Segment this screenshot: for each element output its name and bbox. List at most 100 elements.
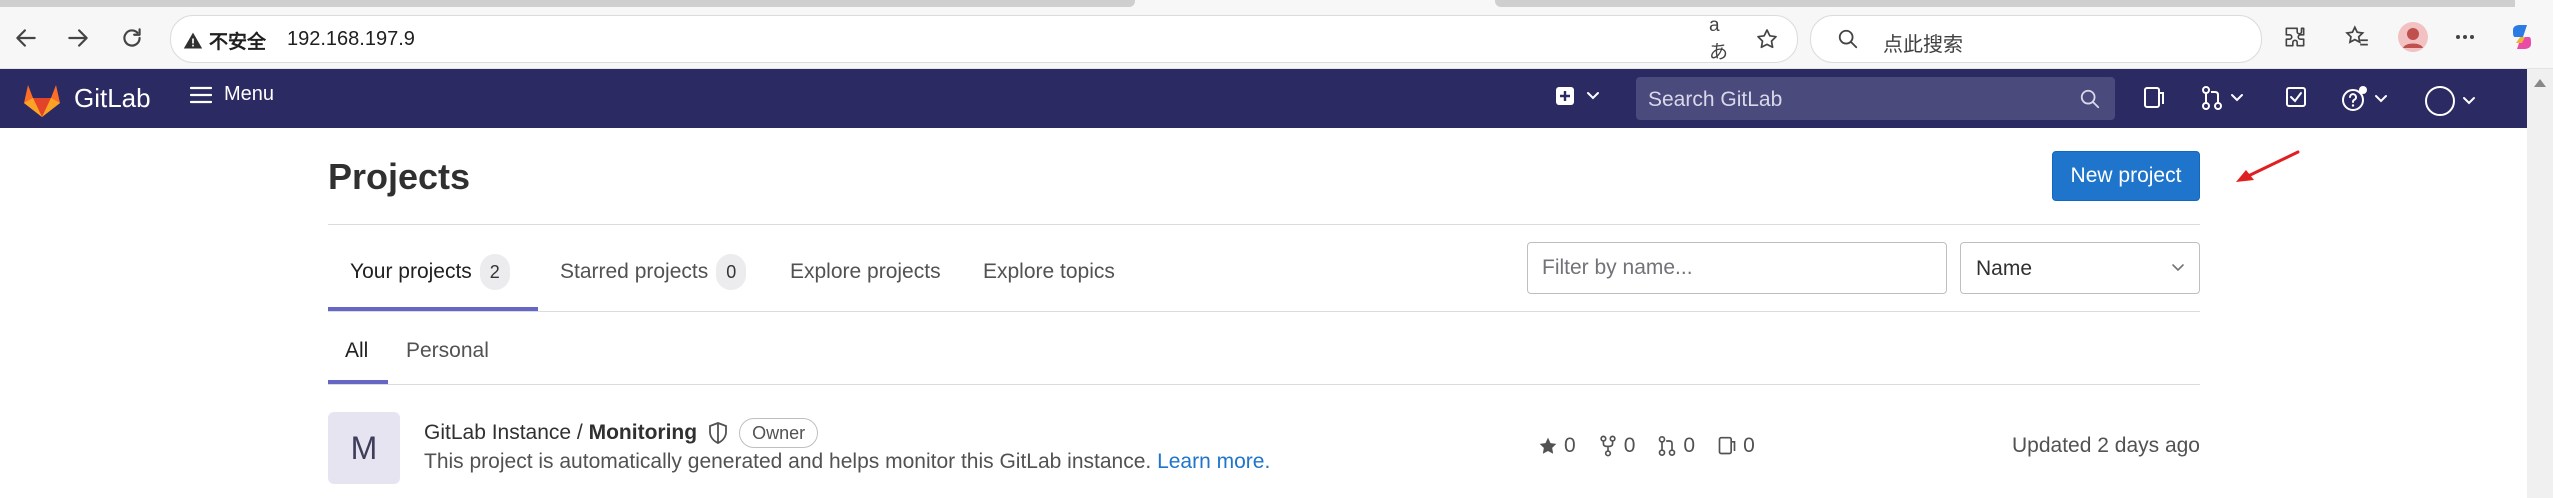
fork-icon	[1599, 435, 1616, 457]
page-title: Projects	[328, 156, 471, 197]
gitlab-logo[interactable]	[22, 82, 62, 123]
favorite-button[interactable]	[1753, 25, 1781, 53]
merge-requests-count[interactable]: 0	[1657, 434, 1695, 458]
new-item-dropdown[interactable]	[1554, 85, 1600, 107]
subtabs-divider	[328, 384, 2200, 385]
tab-count-badge: 0	[716, 254, 747, 290]
issue-icon	[1718, 436, 1736, 455]
star-icon	[1539, 437, 1557, 454]
browser-search-bar[interactable]: 点此搜索	[1810, 15, 2262, 63]
search-icon	[1838, 29, 1858, 49]
scroll-up-arrow[interactable]	[2534, 79, 2546, 87]
tab-explore-projects[interactable]: Explore projects	[790, 240, 941, 304]
forward-icon	[68, 29, 88, 47]
project-list-item: M GitLab Instance / Monitoring Owner Thi…	[328, 404, 2200, 494]
favorites-icon	[2345, 25, 2368, 46]
issues-count[interactable]: 0	[1717, 434, 1755, 458]
merge-requests-value: 0	[1683, 434, 1696, 457]
tab-your-projects[interactable]: Your projects 2	[350, 240, 510, 304]
tabs-divider	[328, 311, 2200, 312]
browser-search-placeholder: 点此搜索	[1883, 34, 1963, 56]
extensions-icon	[2285, 27, 2305, 47]
gitlab-search-placeholder: Search GitLab	[1648, 88, 1783, 111]
tab-count-badge: 2	[479, 254, 510, 290]
chevron-down-icon	[2172, 264, 2184, 272]
chevron-down-icon	[1587, 92, 1599, 100]
project-link[interactable]: GitLab Instance / Monitoring	[424, 421, 697, 445]
avatar-icon	[2425, 86, 2455, 116]
gitlab-search-input[interactable]: Search GitLab	[1636, 77, 2115, 120]
todos-button[interactable]	[2284, 85, 2308, 109]
tab-strip-left	[0, 0, 1135, 7]
merge-requests-dropdown[interactable]	[2200, 85, 2244, 111]
tab-label: Explore topics	[983, 260, 1115, 283]
project-avatar[interactable]: M	[328, 412, 400, 484]
subtab-personal[interactable]: Personal	[406, 320, 489, 382]
address-bar[interactable]: 不安全 192.168.197.9 aあ	[170, 15, 1798, 63]
role-badge: Owner	[739, 418, 819, 448]
subtab-all[interactable]: All	[345, 320, 368, 382]
forks-count[interactable]: 0	[1598, 434, 1636, 458]
profile-button[interactable]	[2396, 20, 2430, 54]
extensions-button[interactable]	[2278, 20, 2312, 54]
more-button[interactable]	[2448, 20, 2482, 54]
stars-value: 0	[1564, 434, 1576, 457]
stars-count[interactable]: 0	[1538, 434, 1576, 458]
hamburger-icon	[190, 86, 212, 103]
help-icon	[2342, 86, 2367, 111]
tab-label: Starred projects	[560, 260, 709, 283]
back-button[interactable]	[8, 20, 44, 56]
sort-dropdown[interactable]: Name	[1960, 242, 2200, 294]
profile-icon	[2398, 22, 2428, 52]
tab-starred-projects[interactable]: Starred projects 0	[560, 240, 747, 304]
project-description-text: This project is automatically generated …	[424, 450, 1152, 473]
page-scrollbar[interactable]	[2527, 69, 2553, 498]
refresh-button[interactable]	[114, 20, 150, 56]
favorites-button[interactable]	[2340, 20, 2374, 54]
sort-selected-value: Name	[1976, 257, 2033, 280]
user-menu-dropdown[interactable]	[2424, 85, 2476, 117]
chevron-down-icon	[2463, 97, 2475, 105]
subtab-label: All	[345, 339, 369, 362]
more-icon	[2456, 35, 2474, 39]
project-stats: 0 0 0 0	[1538, 434, 1755, 458]
sidebar-toggle-button[interactable]	[2142, 85, 2166, 111]
url-text[interactable]: 192.168.197.9	[287, 28, 415, 51]
menu-button[interactable]: Menu	[190, 83, 274, 106]
chevron-down-icon	[2231, 94, 2243, 102]
gitlab-logo-icon	[24, 85, 60, 117]
red-arrow-annotation	[2236, 150, 2300, 182]
shield-icon	[709, 422, 727, 444]
issues-value: 0	[1743, 434, 1755, 457]
learn-more-link[interactable]: Learn more.	[1157, 450, 1270, 473]
favorite-icon	[1757, 29, 1777, 49]
project-namespace: GitLab Instance /	[424, 421, 583, 444]
warning-icon	[183, 32, 203, 48]
gitlab-top-bar: GitLab Menu Search GitLab	[0, 69, 2527, 128]
forward-button[interactable]	[60, 20, 96, 56]
menu-label: Menu	[224, 83, 275, 105]
read-aloud-icon: aあ	[1709, 14, 1729, 63]
browser-toolbar: 不安全 192.168.197.9 aあ 点此搜索	[0, 0, 2553, 69]
merge-request-icon	[1659, 436, 1676, 456]
project-name: Monitoring	[588, 421, 698, 444]
tab-strip-right	[1495, 0, 2515, 7]
help-dropdown[interactable]	[2340, 85, 2388, 113]
gitlab-brand[interactable]: GitLab	[74, 83, 151, 114]
title-divider	[328, 224, 2200, 225]
filter-by-name-input[interactable]	[1527, 242, 1947, 294]
tab-label: Your projects	[350, 260, 472, 283]
subtab-label: Personal	[406, 339, 489, 362]
new-project-button[interactable]: New project	[2052, 151, 2200, 201]
project-description: This project is automatically generated …	[424, 450, 1270, 474]
read-aloud-button[interactable]: aあ	[1709, 15, 1737, 63]
back-icon	[16, 29, 36, 47]
updated-timestamp: Updated 2 days ago	[2012, 434, 2200, 457]
forks-value: 0	[1623, 434, 1636, 457]
copilot-button[interactable]	[2505, 20, 2539, 54]
tab-explore-topics[interactable]: Explore topics	[983, 240, 1115, 304]
plus-square-icon	[1556, 87, 1574, 105]
security-indicator[interactable]: 不安全	[183, 27, 266, 54]
chevron-down-icon	[2375, 95, 2387, 103]
merge-request-icon	[2202, 86, 2222, 110]
